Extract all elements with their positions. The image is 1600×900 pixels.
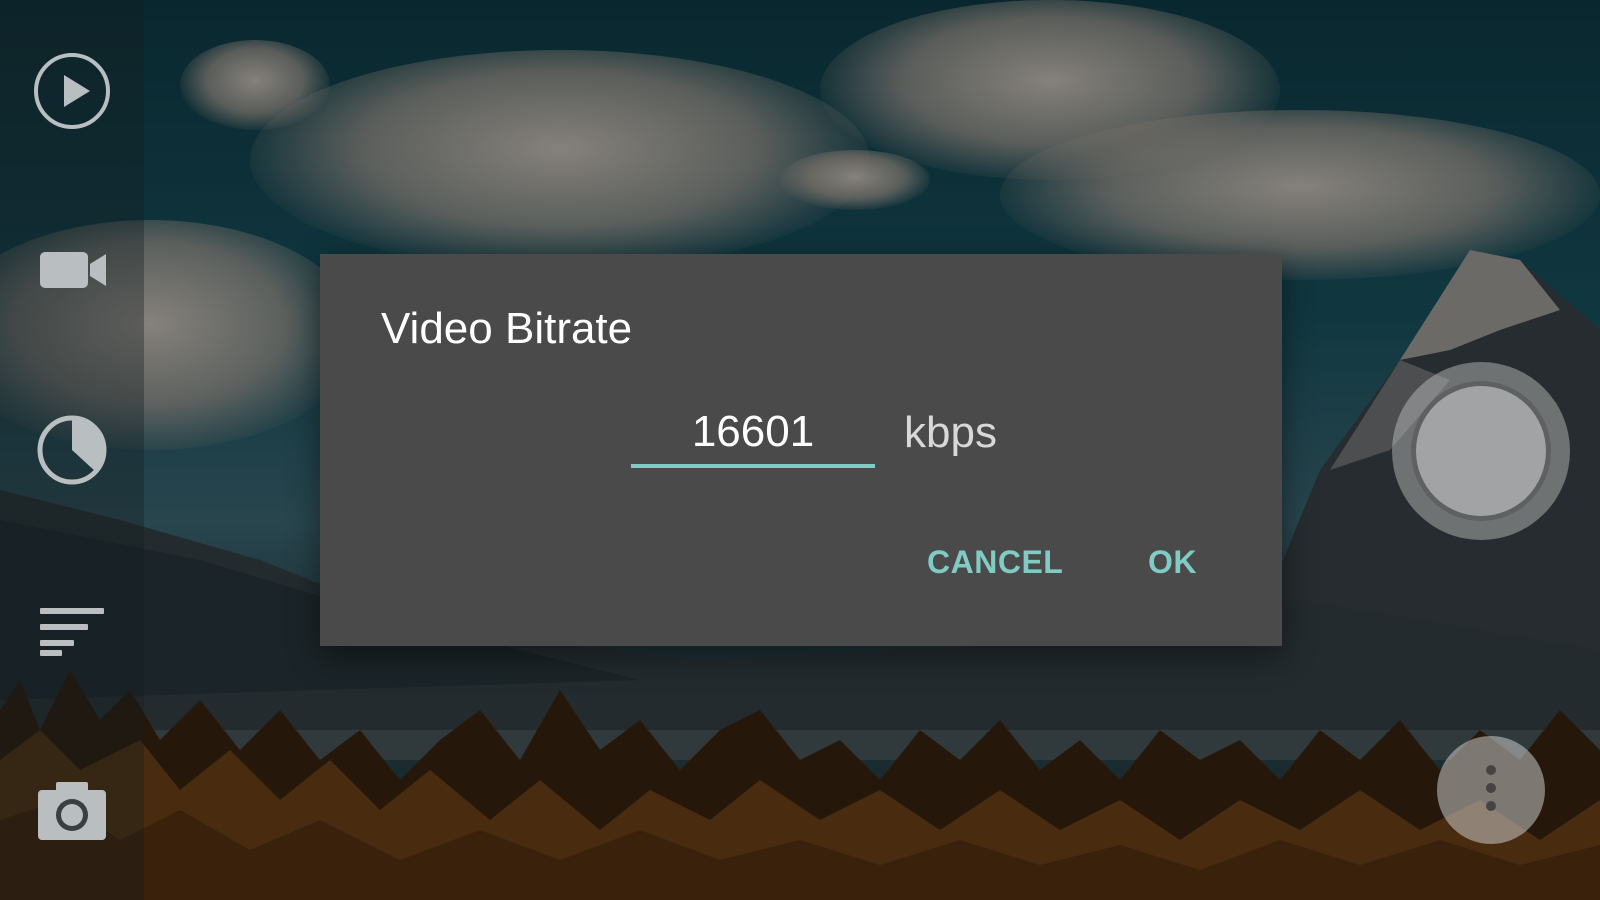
camera-icon: [30, 774, 114, 846]
photo-mode-button[interactable]: [22, 760, 122, 860]
video-bitrate-dialog: Video Bitrate kbps CANCEL OK: [320, 254, 1282, 646]
ok-button[interactable]: OK: [1148, 544, 1197, 581]
more-options-button[interactable]: [1437, 736, 1545, 844]
play-button[interactable]: [22, 41, 122, 141]
unit-label: kbps: [904, 408, 997, 457]
bitrate-input-container: [631, 400, 875, 468]
play-icon: [30, 49, 114, 133]
video-camera-icon: [30, 240, 114, 300]
shutter-inner-ring: [1411, 381, 1551, 521]
sort-button[interactable]: [22, 580, 122, 680]
video-mode-button[interactable]: [22, 220, 122, 320]
shutter-button[interactable]: [1392, 362, 1570, 540]
more-vert-icon: [1481, 762, 1501, 818]
sort-lines-icon: [30, 600, 114, 660]
camera-screen: Video Bitrate kbps CANCEL OK: [0, 0, 1600, 900]
bitrate-input[interactable]: [631, 400, 875, 464]
dialog-title: Video Bitrate: [381, 304, 633, 353]
cancel-button[interactable]: CANCEL: [927, 544, 1063, 581]
timer-icon: [30, 408, 114, 492]
timer-button[interactable]: [22, 400, 122, 500]
left-toolbar: [0, 0, 144, 900]
